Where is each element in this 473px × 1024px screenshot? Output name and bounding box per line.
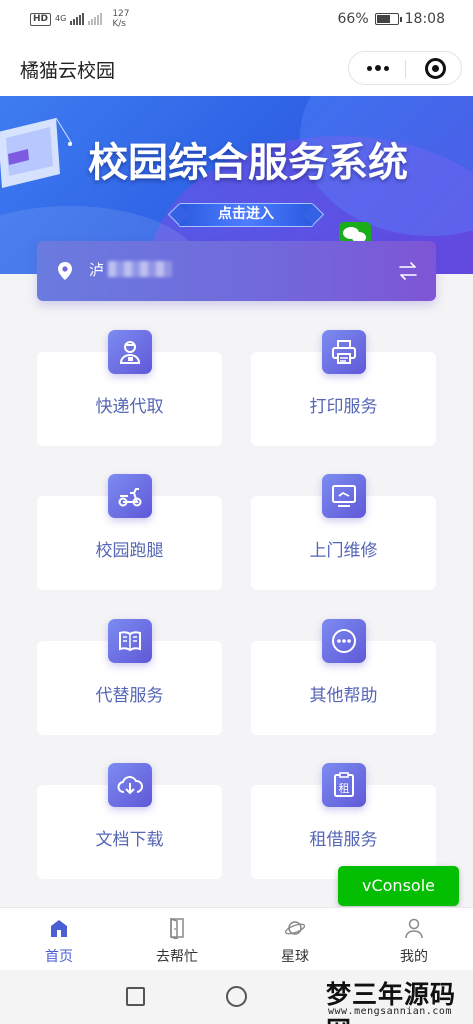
- battery-icon: [374, 13, 402, 25]
- clock: 18:08: [404, 11, 445, 27]
- page-title: 橘猫云校园: [20, 60, 116, 82]
- home-button-icon[interactable]: [226, 986, 247, 1007]
- service-label: 其他帮助: [309, 686, 378, 706]
- more-dots-icon[interactable]: [349, 52, 406, 84]
- watermark-url: www.mengsannian.com: [328, 1006, 452, 1017]
- tab-label: 去帮忙: [156, 949, 198, 965]
- location-name: 泸: [89, 259, 173, 279]
- location-name-text: 泸: [89, 260, 105, 279]
- battery-level: [376, 15, 390, 23]
- service-label: 租借服务: [309, 830, 378, 850]
- home-icon: [51, 920, 67, 937]
- user-icon: [405, 918, 423, 939]
- system-navigation: 梦三年源码网 www.mengsannian.com: [0, 970, 473, 1024]
- planet-icon: [284, 921, 306, 935]
- status-bar: HD 4G 127 K/s 66% 18:08: [0, 0, 473, 40]
- service-label: 快递代取: [95, 397, 164, 417]
- recent-apps-icon[interactable]: [126, 987, 145, 1006]
- monitor-repair-icon: [322, 474, 366, 518]
- signal-secondary-icon: [88, 13, 103, 25]
- tab-mine[interactable]: 我的: [355, 908, 473, 971]
- swap-arrows-icon[interactable]: [398, 261, 418, 281]
- scooter-icon: [108, 474, 152, 518]
- network-speed: 127 K/s: [112, 9, 129, 29]
- watermark: 梦三年源码网 www.mengsannian.com: [322, 975, 472, 1024]
- door-icon: [170, 917, 184, 939]
- more-circle-icon: [322, 619, 366, 663]
- banner-title: 校园综合服务系统: [88, 140, 408, 186]
- hd-badge: HD: [30, 12, 52, 26]
- network-type: 4G: [55, 14, 67, 23]
- tab-planet[interactable]: 星球: [236, 908, 354, 971]
- service-label: 文档下载: [95, 830, 164, 850]
- location-pin-icon: [58, 262, 72, 280]
- tab-label: 星球: [281, 949, 309, 965]
- tab-label: 我的: [400, 949, 428, 965]
- service-label: 代替服务: [95, 686, 164, 706]
- tab-home[interactable]: 首页: [0, 908, 118, 971]
- tab-label: 首页: [45, 949, 73, 965]
- battery-percent: 66%: [337, 11, 369, 27]
- capsule-divider: [405, 60, 406, 78]
- tab-bar: 首页 去帮忙 星球 我的: [0, 907, 473, 970]
- service-label: 打印服务: [309, 397, 378, 417]
- network-speed-value: 127: [112, 9, 130, 19]
- service-label: 上门维修: [309, 541, 378, 561]
- enter-button[interactable]: 点击进入: [178, 203, 314, 227]
- signal-icon: [70, 13, 85, 25]
- nav-bar: 橘猫云校园: [0, 40, 473, 96]
- location-name-blurred: [108, 261, 173, 277]
- svg-text:租: 租: [339, 782, 350, 795]
- printer-icon: [322, 330, 366, 374]
- service-label: 校园跑腿: [95, 541, 164, 561]
- tab-help[interactable]: 去帮忙: [118, 908, 236, 971]
- vconsole-button[interactable]: vConsole: [338, 866, 459, 906]
- location-bar[interactable]: 泸: [37, 241, 436, 301]
- rent-clipboard-icon: 租: [322, 763, 366, 807]
- courier-icon: [108, 330, 152, 374]
- status-right: 66% 18:08: [338, 11, 445, 27]
- status-indicators: HD 4G 127 K/s: [30, 9, 130, 29]
- mini-program-capsule: [348, 51, 462, 85]
- book-icon: [108, 619, 152, 663]
- network-speed-unit: K/s: [112, 19, 126, 29]
- screen-illustration-icon: [0, 117, 72, 188]
- target-close-icon[interactable]: [425, 58, 446, 79]
- cloud-download-icon: [108, 763, 152, 807]
